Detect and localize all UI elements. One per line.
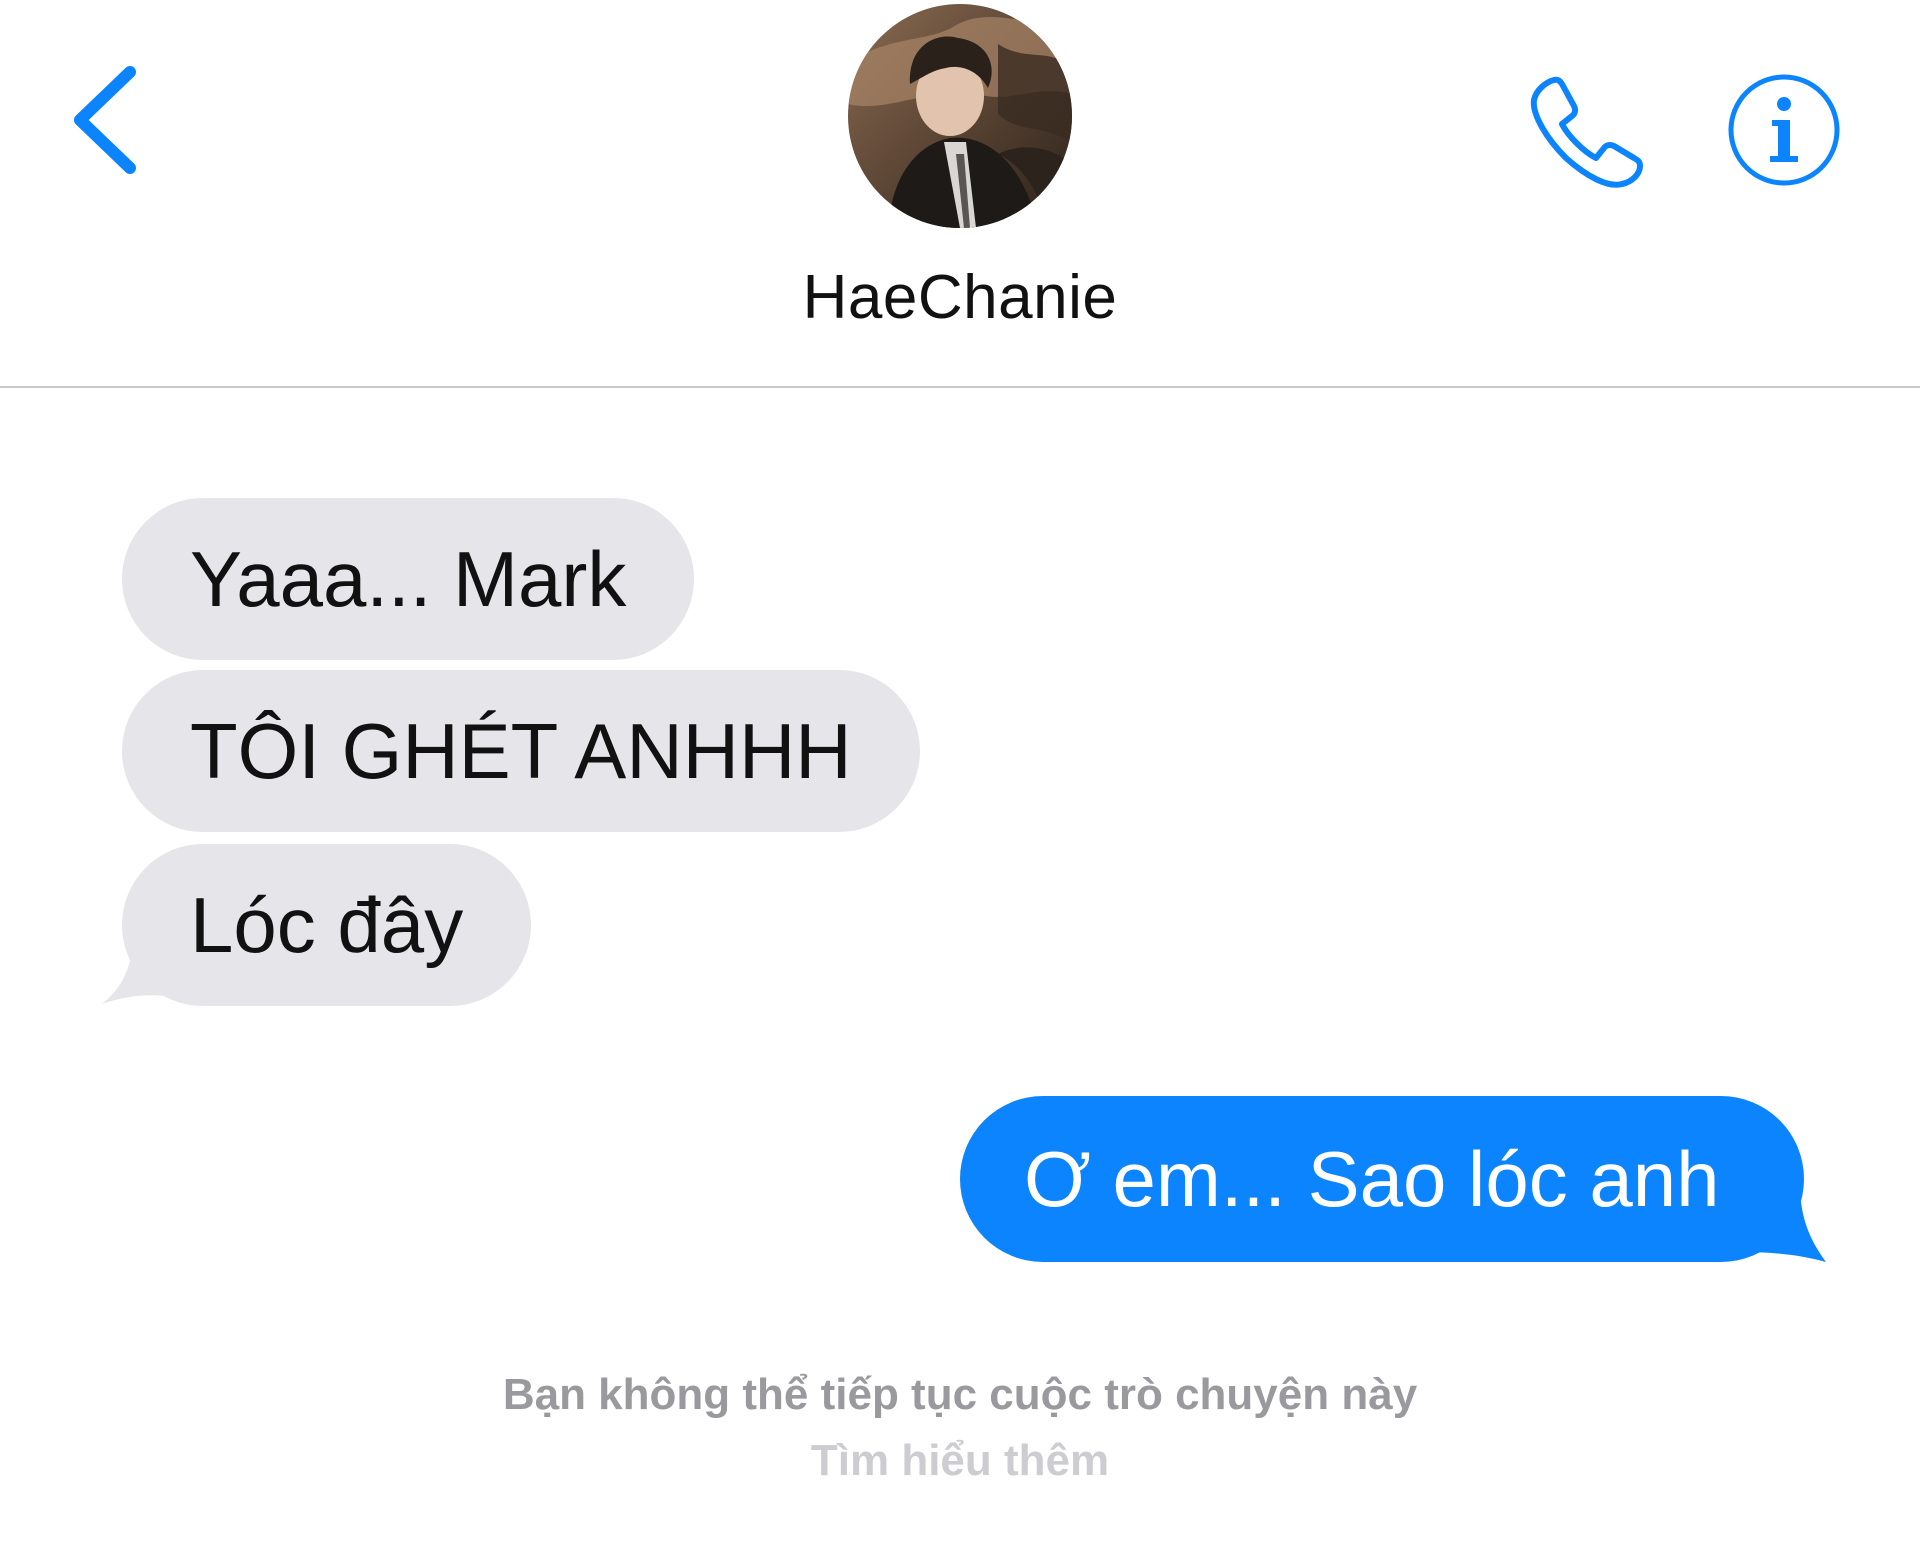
- info-icon: [1728, 74, 1840, 186]
- contact-name[interactable]: HaeChanie: [0, 262, 1920, 333]
- back-button[interactable]: [62, 60, 152, 180]
- info-button[interactable]: [1726, 72, 1842, 188]
- call-button[interactable]: [1524, 70, 1648, 194]
- message-bubble-incoming[interactable]: TÔI GHÉT ANHHH: [122, 670, 920, 832]
- chevron-left-icon: [74, 66, 136, 174]
- conversation-unavailable-notice: Bạn không thể tiếp tục cuộc trò chuyện n…: [502, 1370, 1418, 1419]
- conversation-header: HaeChanie: [0, 0, 1920, 388]
- phone-icon: [1530, 76, 1643, 188]
- avatar[interactable]: [848, 4, 1072, 228]
- message-bubble-outgoing[interactable]: Ơ em... Sao lóc anh: [960, 1096, 1804, 1262]
- contact-avatar-photo: [848, 4, 1072, 228]
- learn-more-link[interactable]: Tìm hiểu thêm: [0, 1436, 1920, 1486]
- message-bubble-incoming[interactable]: Yaaa... Mark: [122, 498, 695, 660]
- message-bubble-incoming[interactable]: Lóc đây: [122, 844, 532, 1006]
